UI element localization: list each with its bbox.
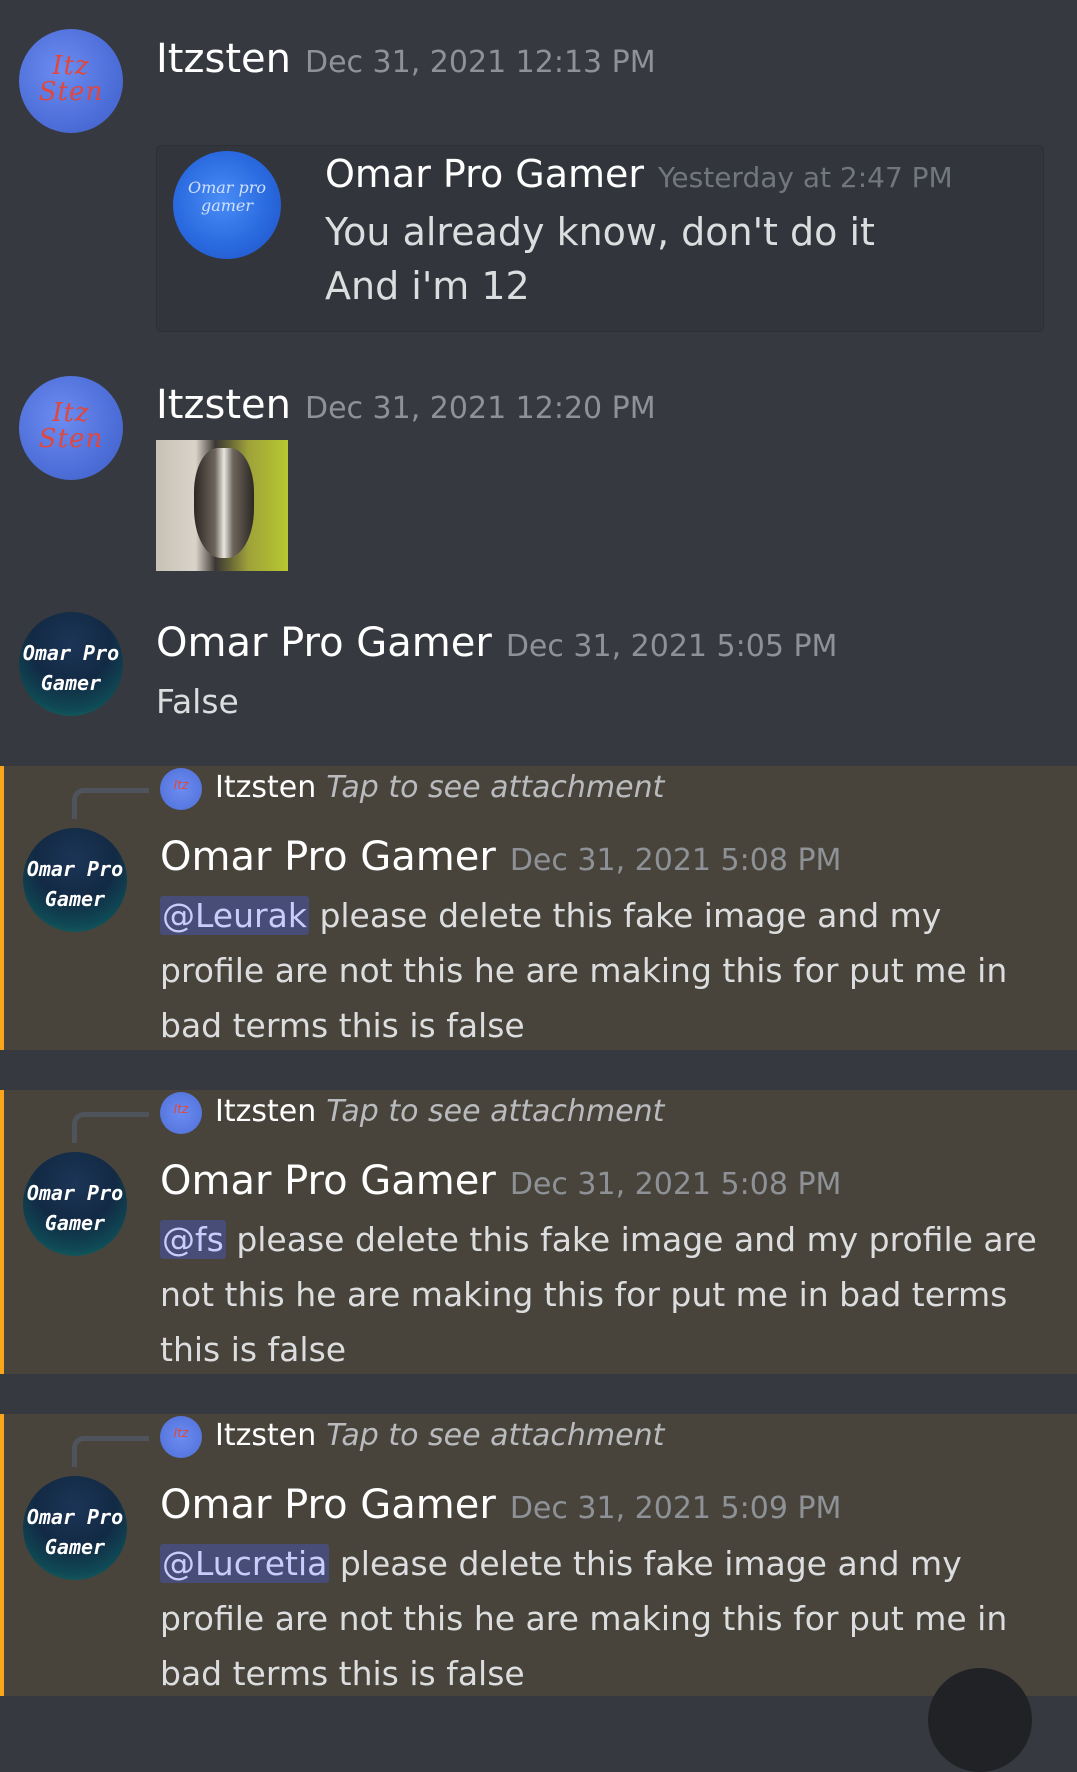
message-4[interactable]: Itz Itzsten Tap to see attachment Omar Pr… [0, 766, 1077, 1050]
dog-photo [194, 448, 254, 558]
author-name[interactable]: Omar Pro Gamer Dec 31, 2021 5:09 PM [160, 1482, 841, 1528]
avatar-text: Itz Sten [38, 398, 104, 454]
avatar[interactable]: Omar Pro Gamer [19, 612, 123, 716]
embed-timestamp: Yesterday at 2:47 PM [658, 161, 953, 194]
timestamp: Dec 31, 2021 5:09 PM [509, 1491, 842, 1526]
message-text: False [156, 682, 239, 721]
author-label: Omar Pro Gamer [160, 1482, 496, 1528]
reply-avatar: Itz [160, 1416, 202, 1458]
timestamp: Dec 31, 2021 12:20 PM [304, 391, 656, 426]
timestamp: Dec 31, 2021 12:13 PM [304, 45, 656, 80]
message-body: please delete this fake image and my pro… [160, 1220, 1037, 1369]
author-label: Itzsten [156, 382, 291, 428]
image-attachment[interactable] [156, 440, 288, 571]
user-mention[interactable]: @Lucretia [160, 1544, 330, 1583]
message-text: @Lucretia please delete this fake image … [160, 1536, 1047, 1701]
avatar-text: Omar Pro Gamer [26, 857, 124, 911]
timestamp: Dec 31, 2021 5:08 PM [509, 1167, 842, 1202]
avatar[interactable]: Itz Sten [19, 29, 123, 133]
author-label: Omar Pro Gamer [160, 1158, 496, 1204]
reply-hint: Tap to see attachment [326, 1094, 665, 1129]
reply-connector [72, 1436, 149, 1467]
message-text: @Leurak please delete this fake image an… [160, 888, 1047, 1053]
message-5[interactable]: Itz Itzsten Tap to see attachment Omar Pr… [0, 1090, 1077, 1374]
author-name[interactable]: Itzsten Dec 31, 2021 12:13 PM [156, 36, 656, 82]
message-3[interactable]: Omar Pro Gamer Omar Pro Gamer Dec 31, 202… [0, 600, 1077, 760]
quoted-message-embed[interactable]: Omar pro gamer Omar Pro Gamer Yesterday a… [156, 145, 1044, 332]
reply-connector [72, 1112, 149, 1143]
reply-reference[interactable]: Itzsten Tap to see attachment [215, 770, 664, 805]
author-name[interactable]: Itzsten Dec 31, 2021 12:20 PM [156, 382, 656, 428]
message-6[interactable]: Itz Itzsten Tap to see attachment Omar Pr… [0, 1414, 1077, 1696]
reply-avatar: Itz [160, 1092, 202, 1134]
embed-author: Omar Pro Gamer Yesterday at 2:47 PM [325, 152, 953, 196]
reply-connector [72, 788, 149, 819]
embed-line: And i'm 12 [325, 264, 530, 308]
reply-hint: Tap to see attachment [326, 1418, 665, 1453]
avatar-text: Omar Pro Gamer [26, 1505, 124, 1559]
avatar-text: Omar Pro Gamer [22, 641, 120, 695]
embed-line: You already know, don't do it [325, 210, 875, 254]
avatar-text: Omar Pro Gamer [26, 1181, 124, 1235]
avatar-text: Omar pro gamer [187, 178, 267, 215]
timestamp: Dec 31, 2021 5:08 PM [509, 843, 842, 878]
message-text: @fs please delete this fake image and my… [160, 1212, 1047, 1377]
reply-author: Itzsten [215, 770, 317, 805]
message-1[interactable]: Itz Sten Itzsten Dec 31, 2021 12:13 PM Om… [0, 0, 1077, 340]
reply-author: Itzsten [215, 1418, 317, 1453]
reply-hint: Tap to see attachment [326, 770, 665, 805]
avatar[interactable]: Omar Pro Gamer [23, 828, 127, 932]
reply-reference[interactable]: Itzsten Tap to see attachment [215, 1418, 664, 1453]
author-label: Omar Pro Gamer [160, 834, 496, 880]
embed-author-label: Omar Pro Gamer [325, 152, 645, 196]
avatar[interactable]: Omar Pro Gamer [23, 1476, 127, 1580]
reply-reference[interactable]: Itzsten Tap to see attachment [215, 1094, 664, 1129]
avatar[interactable]: Omar Pro Gamer [23, 1152, 127, 1256]
author-label: Omar Pro Gamer [156, 620, 492, 666]
user-mention[interactable]: @fs [160, 1220, 226, 1259]
author-name[interactable]: Omar Pro Gamer Dec 31, 2021 5:08 PM [160, 834, 841, 880]
reply-avatar-text: Itz [173, 778, 189, 792]
reply-author: Itzsten [215, 1094, 317, 1129]
reply-avatar-text: Itz [173, 1426, 189, 1440]
scroll-to-bottom-button[interactable] [928, 1668, 1032, 1772]
author-name[interactable]: Omar Pro Gamer Dec 31, 2021 5:05 PM [156, 620, 837, 666]
author-name[interactable]: Omar Pro Gamer Dec 31, 2021 5:08 PM [160, 1158, 841, 1204]
author-label: Itzsten [156, 36, 291, 82]
reply-avatar: Itz [160, 768, 202, 810]
timestamp: Dec 31, 2021 5:05 PM [505, 629, 838, 664]
avatar[interactable]: Itz Sten [19, 376, 123, 480]
avatar-text: Itz Sten [38, 51, 104, 107]
reply-avatar-text: Itz [173, 1102, 189, 1116]
user-mention[interactable]: @Leurak [160, 896, 309, 935]
avatar: Omar pro gamer [173, 151, 281, 259]
